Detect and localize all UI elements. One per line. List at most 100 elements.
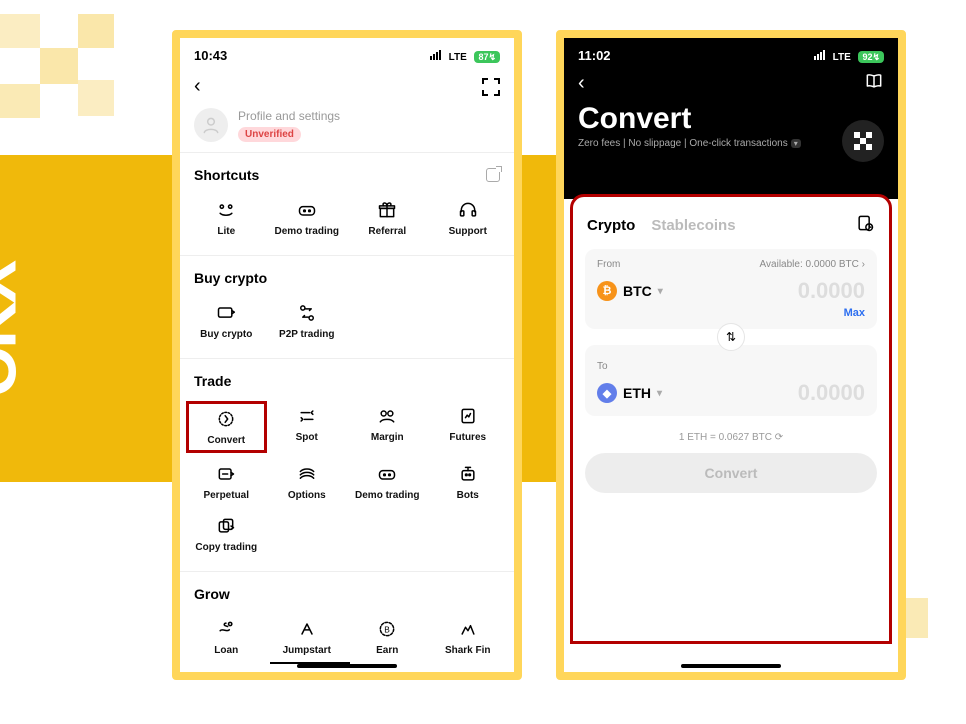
trade-perpetual[interactable]: Perpetual bbox=[186, 459, 267, 505]
signal-icon bbox=[814, 50, 825, 60]
trade-convert[interactable]: Convert bbox=[186, 401, 267, 453]
item-label: Margin bbox=[371, 432, 404, 443]
convert-icon bbox=[216, 408, 236, 430]
chevron-down-icon[interactable]: ▾ bbox=[791, 139, 801, 148]
from-coin-select[interactable]: ₿ BTC ▾ bbox=[597, 281, 663, 301]
grow-jumpstart[interactable]: Jumpstart bbox=[267, 614, 348, 660]
refresh-icon[interactable]: ⟳ bbox=[775, 432, 783, 443]
avatar bbox=[194, 108, 228, 142]
shortcut-demo[interactable]: Demo trading bbox=[267, 195, 348, 241]
trade-futures[interactable]: Futures bbox=[428, 401, 509, 453]
shortcut-label: Referral bbox=[368, 226, 406, 237]
trade-spot[interactable]: Spot bbox=[267, 401, 348, 453]
max-button[interactable]: Max bbox=[597, 307, 865, 319]
convert-card: Crypto Stablecoins From Available: 0.000… bbox=[570, 194, 892, 644]
back-icon[interactable]: ‹ bbox=[578, 72, 585, 95]
item-label: Copy trading bbox=[195, 542, 257, 553]
bot-icon bbox=[458, 463, 478, 485]
bg-square bbox=[40, 48, 78, 84]
trade-copy[interactable]: Copy trading bbox=[186, 511, 267, 557]
to-amount[interactable]: 0.0000 bbox=[798, 380, 865, 406]
item-label: Futures bbox=[449, 432, 486, 443]
signal-icon bbox=[430, 50, 441, 60]
trade-options[interactable]: Options bbox=[267, 459, 348, 505]
item-label: Jumpstart bbox=[283, 645, 331, 656]
rate-label: 1 ETH = 0.0627 BTC ⟳ bbox=[573, 432, 889, 443]
battery-badge: 92↯ bbox=[858, 51, 884, 63]
item-label: Buy crypto bbox=[200, 329, 252, 340]
grow-shark[interactable]: Shark Fin bbox=[428, 614, 509, 660]
trade-demo[interactable]: Demo trading bbox=[347, 459, 428, 505]
swap-button[interactable]: ⇅ bbox=[717, 323, 745, 351]
buy-crypto-item[interactable]: Buy crypto bbox=[186, 298, 267, 344]
p2p-item[interactable]: P2P trading bbox=[267, 298, 348, 344]
available-label[interactable]: Available: 0.0000 BTC › bbox=[760, 259, 865, 270]
edit-icon[interactable] bbox=[486, 168, 500, 182]
shortcut-label: Lite bbox=[217, 226, 235, 237]
trade-bots[interactable]: Bots bbox=[428, 459, 509, 505]
from-label: From bbox=[597, 259, 620, 270]
home-indicator bbox=[297, 664, 397, 668]
loan-icon bbox=[216, 618, 236, 640]
section-trade: Trade bbox=[180, 359, 514, 397]
shortcut-label: Demo trading bbox=[275, 226, 339, 237]
item-label: Shark Fin bbox=[445, 645, 491, 656]
item-label: P2P trading bbox=[279, 329, 334, 340]
top-bar: ‹ bbox=[180, 69, 514, 104]
lite-icon bbox=[216, 199, 236, 221]
unverified-badge: Unverified bbox=[238, 127, 301, 142]
gift-icon bbox=[377, 199, 397, 221]
from-box: From Available: 0.0000 BTC › ₿ BTC ▾ 0.0… bbox=[585, 249, 877, 329]
status-right: LTE 92↯ bbox=[814, 48, 884, 63]
page-subtitle: Zero fees | No slippage | One-click tran… bbox=[578, 138, 884, 149]
item-label: Earn bbox=[376, 645, 398, 656]
to-coin-select[interactable]: ◆ ETH ▾ bbox=[597, 383, 662, 403]
futures-icon bbox=[458, 405, 478, 427]
avatar-icon bbox=[201, 115, 221, 135]
from-coin-label: BTC bbox=[623, 283, 652, 299]
back-icon[interactable]: ‹ bbox=[194, 75, 201, 98]
item-label: Loan bbox=[214, 645, 238, 656]
shortcut-referral[interactable]: Referral bbox=[347, 195, 428, 241]
page-title: Convert bbox=[578, 102, 884, 136]
section-buy-crypto: Buy crypto bbox=[180, 256, 514, 294]
section-grow: Grow bbox=[180, 572, 514, 610]
copy-trading-icon bbox=[216, 515, 236, 537]
item-label: Convert bbox=[207, 435, 245, 446]
shortcut-lite[interactable]: Lite bbox=[186, 195, 267, 241]
to-coin-label: ETH bbox=[623, 385, 651, 401]
perpetual-icon bbox=[216, 463, 236, 485]
grow-earn[interactable]: B Earn bbox=[347, 614, 428, 660]
trade-title: Trade bbox=[194, 373, 231, 389]
options-icon bbox=[297, 463, 317, 485]
tab-stablecoins[interactable]: Stablecoins bbox=[651, 217, 735, 234]
tab-crypto[interactable]: Crypto bbox=[587, 217, 635, 234]
status-bar: 10:43 LTE 87↯ bbox=[180, 38, 514, 69]
convert-header: Convert Zero fees | No slippage | One-cl… bbox=[564, 102, 898, 199]
jumpstart-icon bbox=[297, 618, 317, 640]
convert-button[interactable]: Convert bbox=[585, 453, 877, 493]
gamepad-icon bbox=[377, 463, 397, 485]
eth-icon: ◆ bbox=[597, 383, 617, 403]
shark-icon bbox=[458, 618, 478, 640]
to-label: To bbox=[597, 361, 608, 372]
earn-icon: B bbox=[377, 618, 397, 640]
from-amount[interactable]: 0.0000 bbox=[798, 278, 865, 304]
network-label: LTE bbox=[449, 52, 467, 63]
profile-row[interactable]: Profile and settings Unverified bbox=[180, 104, 514, 152]
battery-badge: 87↯ bbox=[474, 51, 500, 63]
margin-icon bbox=[377, 405, 397, 427]
grow-title: Grow bbox=[194, 586, 230, 602]
history-icon[interactable] bbox=[855, 213, 875, 237]
scan-icon[interactable] bbox=[482, 78, 500, 96]
shortcut-label: Support bbox=[449, 226, 487, 237]
chevron-down-icon: ▾ bbox=[657, 388, 662, 399]
book-icon[interactable] bbox=[864, 71, 884, 96]
item-label: Spot bbox=[296, 432, 318, 443]
trade-margin[interactable]: Margin bbox=[347, 401, 428, 453]
shortcut-support[interactable]: Support bbox=[428, 195, 509, 241]
phone-screenshot-convert: 11:02 LTE 92↯ ‹ Convert Zero fees | No s… bbox=[556, 30, 906, 680]
grow-loan[interactable]: Loan bbox=[186, 614, 267, 660]
chevron-down-icon: ▾ bbox=[658, 286, 663, 297]
bg-square bbox=[0, 14, 40, 48]
